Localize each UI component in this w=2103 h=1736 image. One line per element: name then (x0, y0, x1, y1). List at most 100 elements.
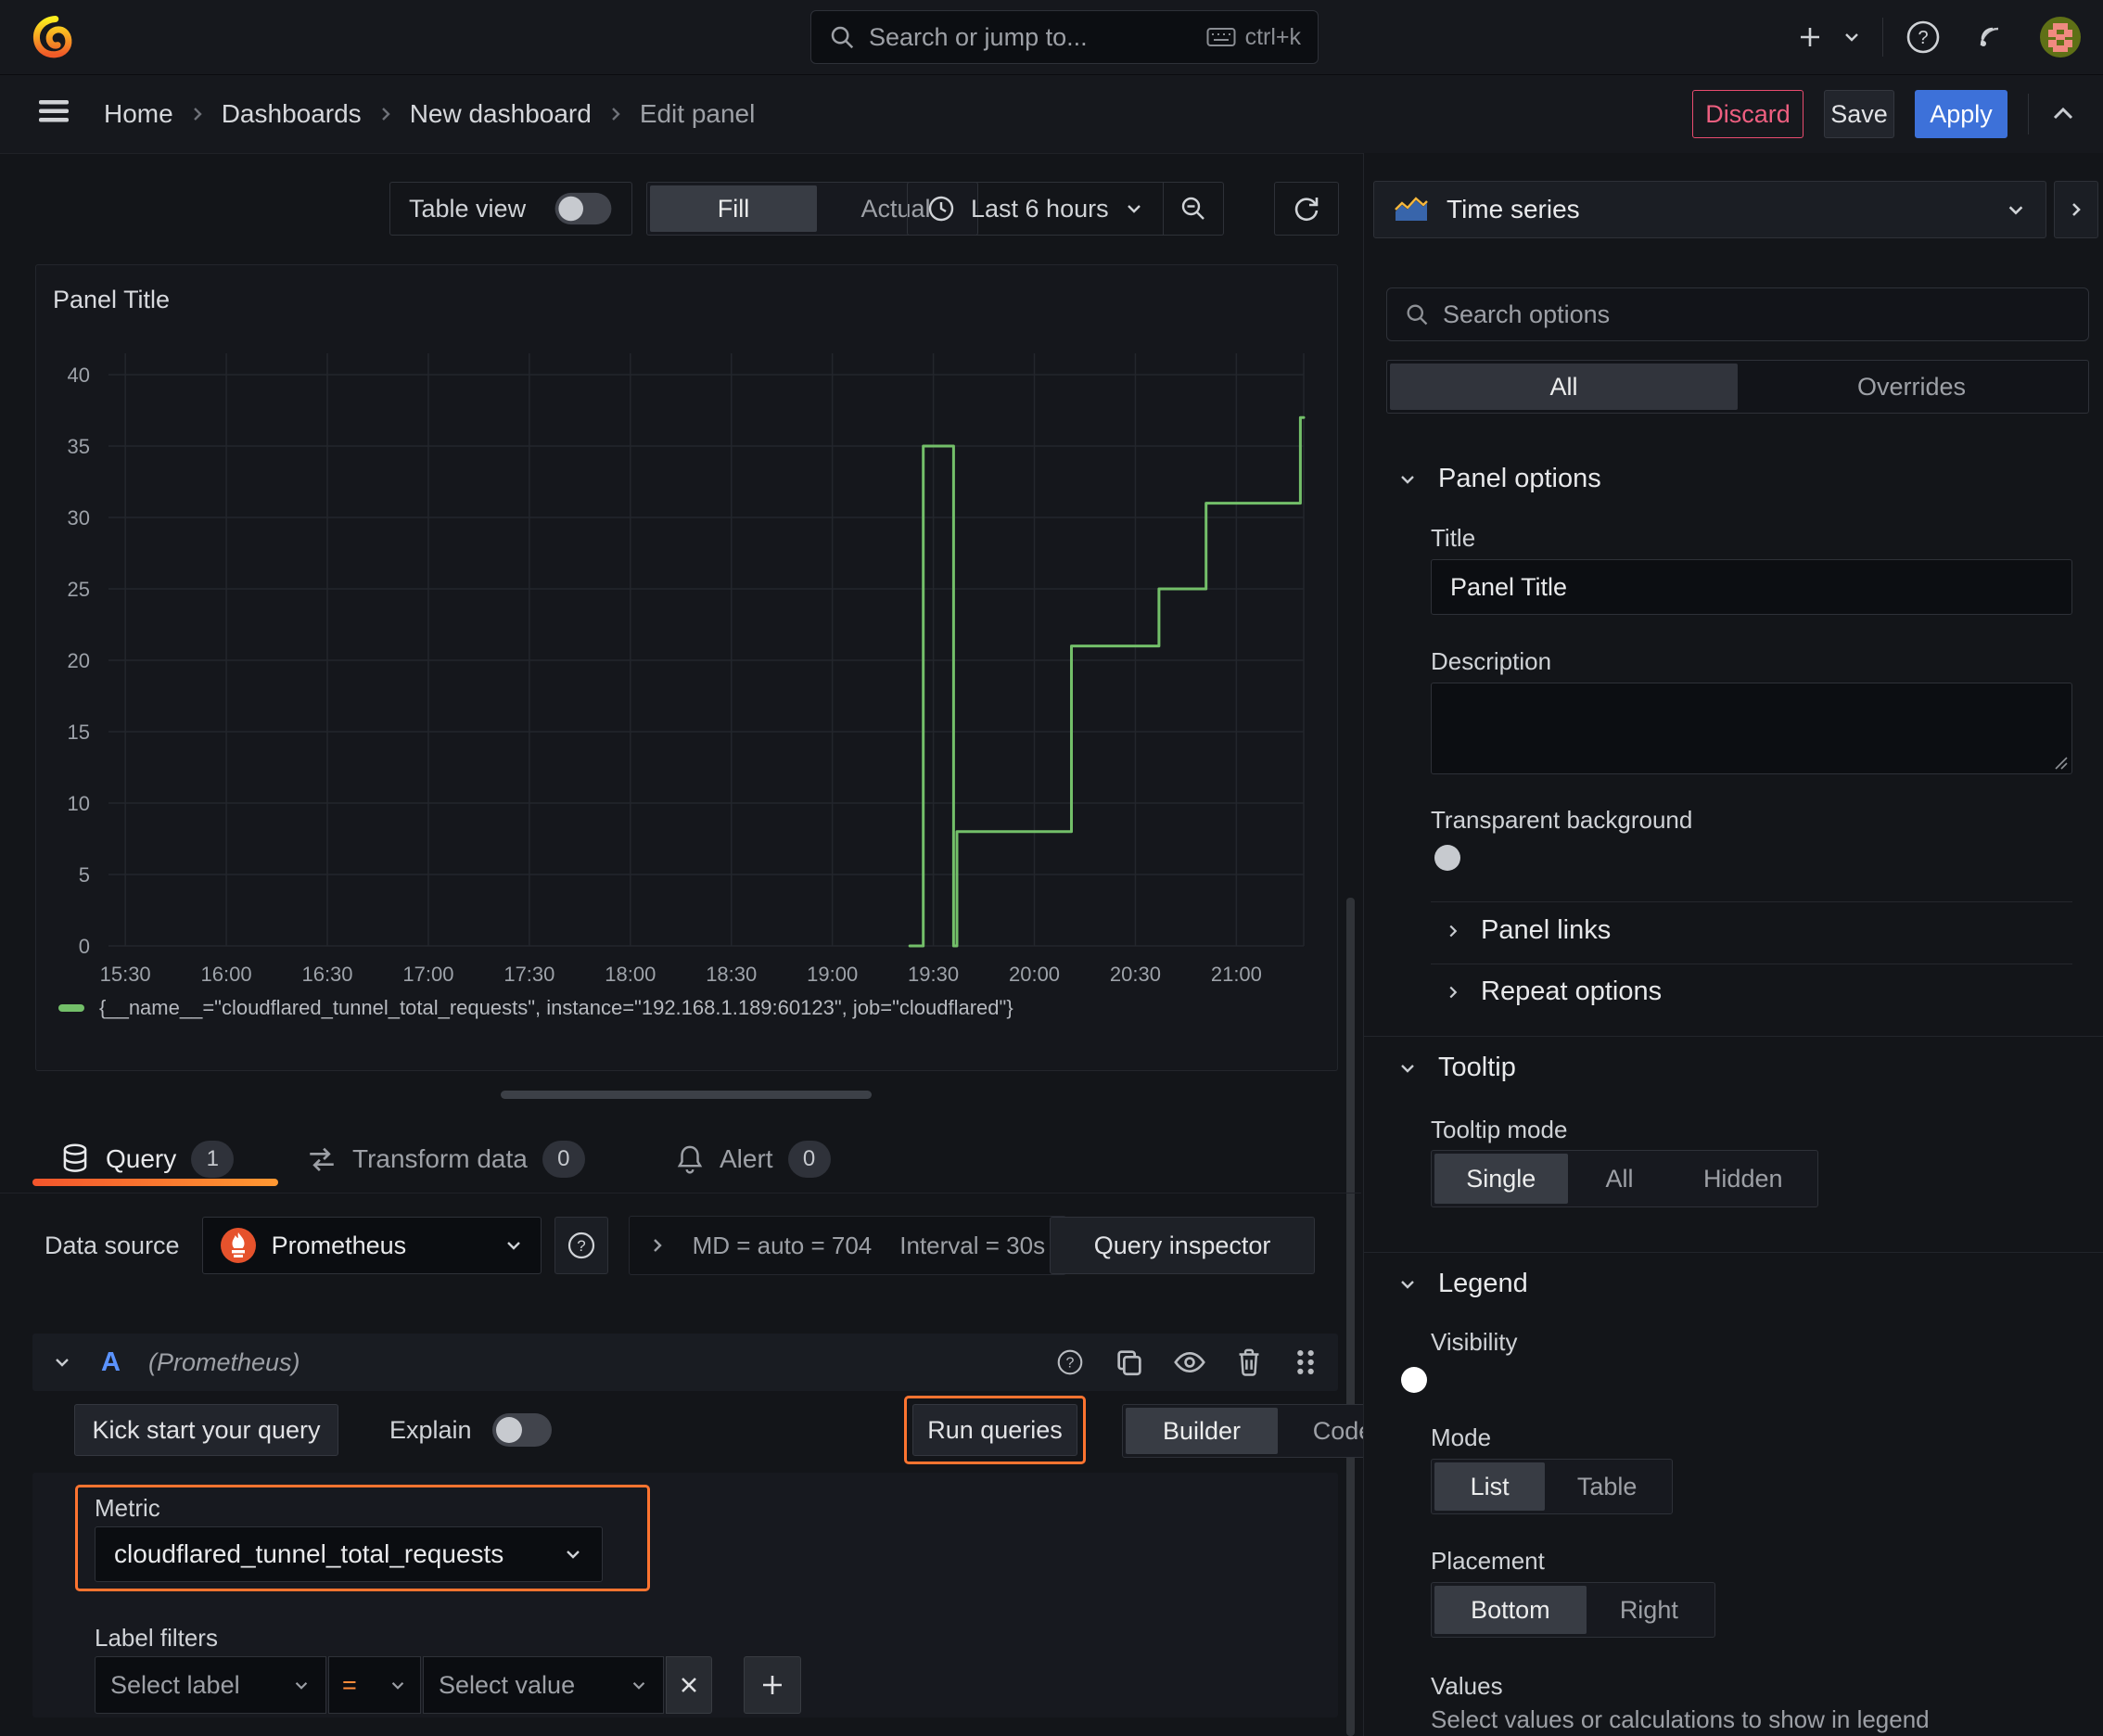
drag-handle-icon[interactable] (1292, 1347, 1319, 1378)
zoom-out-button[interactable] (1164, 183, 1223, 235)
chevron-down-icon (1124, 201, 1144, 216)
topbar-divider (1882, 18, 1883, 57)
query-refid[interactable]: A (101, 1347, 121, 1378)
svg-text:15: 15 (68, 721, 90, 744)
explain-toggle[interactable] (491, 1413, 552, 1447)
database-icon (59, 1142, 91, 1176)
query-options-header[interactable]: MD = auto = 704 Interval = 30s (628, 1216, 1067, 1275)
chevron-down-icon (2005, 202, 2027, 218)
tooltip-mode-single[interactable]: Single (1434, 1154, 1568, 1204)
tooltip-section-header[interactable]: Tooltip (1397, 1053, 1516, 1083)
tooltip-mode-all[interactable]: All (1568, 1154, 1672, 1204)
description-label: Description (1431, 647, 1552, 675)
time-range-picker[interactable]: Last 6 hours (908, 183, 1163, 235)
expand-options-icon[interactable] (650, 1234, 665, 1257)
search-shortcut: ctrl+k (1206, 24, 1301, 51)
tab-alert[interactable]: Alert 0 (675, 1132, 831, 1186)
query-datasource-hint: (Prometheus) (147, 1347, 300, 1376)
svg-text:10: 10 (68, 792, 90, 815)
svg-text:18:30: 18:30 (706, 963, 757, 986)
duplicate-query-icon[interactable] (1114, 1347, 1145, 1378)
time-series-panel[interactable]: Panel Title 0 5 10 15 20 25 30 35 40 15:30 16:00 16… (35, 264, 1338, 1071)
legend-mode-list[interactable]: List (1434, 1462, 1546, 1511)
tab-alert-count: 0 (787, 1141, 831, 1178)
operator-dropdown[interactable]: = (328, 1656, 421, 1714)
remove-filter-button[interactable] (666, 1656, 712, 1714)
breadcrumb-dashboards[interactable]: Dashboards (222, 99, 362, 129)
tooltip-mode-hidden[interactable]: Hidden (1671, 1154, 1815, 1204)
resize-corner-icon (2055, 757, 2068, 770)
clock-icon (926, 194, 956, 223)
query-a-header[interactable]: A (Prometheus) ? (32, 1334, 1338, 1391)
tooltip-mode-label: Tooltip mode (1431, 1116, 1568, 1143)
kick-start-query-button[interactable]: Kick start your query (74, 1404, 338, 1456)
collapse-chevron-up-icon[interactable] (2049, 104, 2077, 124)
collapse-sidebar-button[interactable] (2054, 181, 2098, 238)
run-queries-highlight: Run queries (904, 1396, 1086, 1464)
collapse-query-chevron-icon[interactable] (51, 1354, 73, 1371)
datasource-picker[interactable]: Prometheus (201, 1217, 542, 1274)
global-search-input[interactable]: Search or jump to... ctrl+k (810, 10, 1319, 64)
options-search-input[interactable]: Search options (1386, 287, 2089, 341)
legend-mode-table[interactable]: Table (1545, 1462, 1669, 1511)
editor-tabs: Query 1 Transform data 0 Alert 0 (0, 1127, 1361, 1194)
chart-legend[interactable]: {__name__="cloudflared_tunnel_total_requ… (58, 996, 1013, 1020)
hamburger-menu-icon[interactable] (35, 96, 72, 127)
datasource-help-button[interactable]: ? (554, 1217, 608, 1274)
add-new-chevron-icon[interactable] (1842, 30, 1862, 45)
panel-title-input[interactable] (1431, 559, 2072, 615)
panel-options-section-header[interactable]: Panel options (1397, 464, 1601, 494)
builder-option[interactable]: Builder (1126, 1408, 1278, 1454)
user-avatar[interactable] (2039, 16, 2082, 58)
metric-select[interactable]: cloudflared_tunnel_total_requests (95, 1526, 603, 1582)
news-rss-icon[interactable] (1970, 18, 2009, 57)
breadcrumb-new-dashboard[interactable]: New dashboard (410, 99, 592, 129)
select-label-dropdown[interactable]: Select label (95, 1656, 326, 1714)
hide-query-eye-icon[interactable] (1173, 1347, 1206, 1378)
all-overrides-tabs: All Overrides (1386, 360, 2089, 414)
chevron-down-icon (503, 1238, 524, 1253)
vertical-scrollbar[interactable] (1346, 898, 1355, 1736)
options-search-placeholder: Search options (1443, 300, 1611, 328)
tab-all[interactable]: All (1390, 364, 1738, 410)
legend-placement-right[interactable]: Right (1587, 1586, 1712, 1634)
panel-edit-actions: Discard Save Apply (1692, 88, 2077, 140)
legend-section-header[interactable]: Legend (1397, 1269, 1528, 1299)
refresh-button[interactable] (1274, 182, 1339, 236)
tab-transform[interactable]: Transform data 0 (306, 1132, 585, 1186)
select-value-dropdown[interactable]: Select value (423, 1656, 664, 1714)
run-queries-button[interactable]: Run queries (912, 1404, 1077, 1456)
breadcrumb-home[interactable]: Home (104, 99, 173, 129)
breadcrumb: Home Dashboards New dashboard Edit panel (104, 75, 755, 153)
grafana-edit-panel-page: Search or jump to... ctrl+k ? Home Dashb… (0, 0, 2103, 1736)
prometheus-icon (220, 1227, 257, 1264)
fill-option[interactable]: Fill (650, 185, 817, 232)
query-help-icon[interactable]: ? (1054, 1347, 1086, 1378)
panel-resize-handle[interactable] (501, 1091, 872, 1099)
visualization-picker[interactable]: Time series (1373, 181, 2046, 238)
table-view-toggle[interactable] (554, 192, 612, 225)
add-filter-button[interactable] (744, 1656, 801, 1714)
tab-overrides[interactable]: Overrides (1738, 364, 2085, 410)
repeat-options-section-header[interactable]: Repeat options (1446, 976, 1662, 1007)
delete-query-trash-icon[interactable] (1234, 1347, 1264, 1378)
save-button[interactable]: Save (1824, 90, 1894, 138)
help-icon[interactable]: ? (1904, 18, 1943, 57)
legend-placement-bottom[interactable]: Bottom (1434, 1586, 1587, 1634)
svg-text:17:30: 17:30 (503, 963, 554, 986)
description-textarea[interactable] (1431, 683, 2072, 774)
svg-text:20: 20 (68, 649, 90, 672)
datasource-name: Prometheus (271, 1231, 407, 1259)
svg-text:21:00: 21:00 (1211, 963, 1262, 986)
discard-button[interactable]: Discard (1692, 90, 1803, 138)
svg-text:0: 0 (79, 935, 90, 958)
grafana-logo-icon[interactable] (32, 13, 78, 61)
add-new-button[interactable] (1788, 20, 1829, 54)
section-divider (1431, 901, 2072, 902)
zoom-out-icon (1179, 194, 1208, 223)
query-inspector-button[interactable]: Query inspector (1050, 1217, 1316, 1274)
svg-text:?: ? (577, 1237, 585, 1255)
apply-button[interactable]: Apply (1915, 90, 2007, 138)
panel-links-section-header[interactable]: Panel links (1446, 915, 1611, 946)
chevron-down-icon (630, 1679, 648, 1692)
